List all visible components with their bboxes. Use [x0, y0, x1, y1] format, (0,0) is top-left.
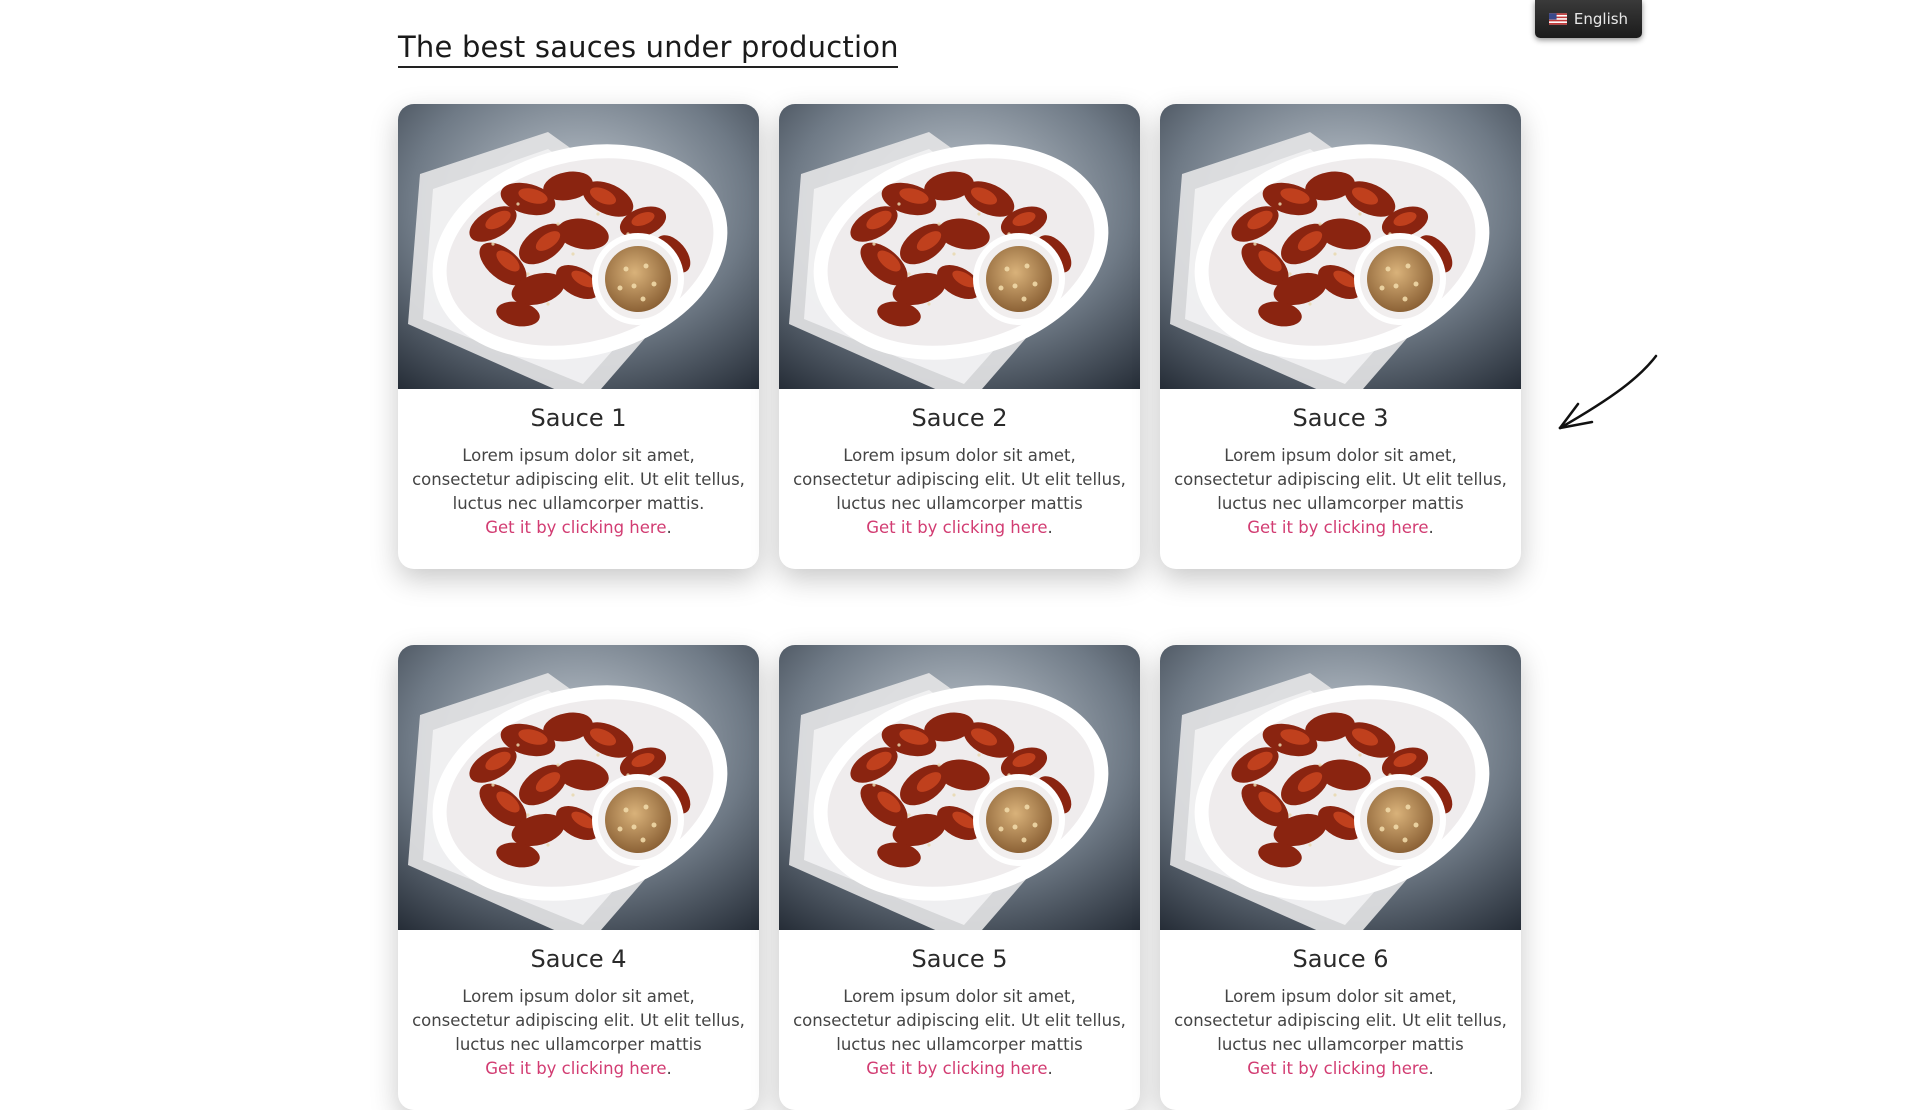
product-card: Sauce 6 Lorem ipsum dolor sit amet, cons…	[1160, 645, 1521, 1110]
card-description-text: Lorem ipsum dolor sit amet, consectetur …	[793, 446, 1126, 513]
card-title: Sauce 2	[911, 404, 1008, 432]
product-image	[398, 645, 759, 930]
link-suffix: .	[1428, 518, 1434, 537]
link-suffix: .	[666, 1059, 672, 1078]
title-underline	[398, 66, 898, 68]
card-description: Lorem ipsum dolor sit amet, consectetur …	[1160, 444, 1521, 540]
us-flag-icon	[1548, 13, 1567, 25]
card-title: Sauce 6	[1292, 945, 1389, 973]
arrow-icon	[1558, 354, 1658, 430]
product-image	[779, 645, 1140, 930]
link-suffix: .	[666, 518, 672, 537]
card-description: Lorem ipsum dolor sit amet, consectetur …	[398, 985, 759, 1081]
product-card: Sauce 3 Lorem ipsum dolor sit amet, cons…	[1160, 104, 1521, 569]
language-switcher-button[interactable]: English	[1535, 0, 1642, 38]
language-label: English	[1573, 10, 1629, 28]
card-description-text: Lorem ipsum dolor sit amet, consectetur …	[1174, 987, 1507, 1054]
page-title: The best sauces under production	[398, 30, 899, 64]
card-description-text: Lorem ipsum dolor sit amet, consectetur …	[793, 987, 1126, 1054]
get-it-link[interactable]: Get it by clicking here	[1247, 1059, 1428, 1078]
get-it-link[interactable]: Get it by clicking here	[485, 518, 666, 537]
link-suffix: .	[1047, 1059, 1053, 1078]
product-image	[779, 104, 1140, 389]
get-it-link[interactable]: Get it by clicking here	[866, 1059, 1047, 1078]
card-title: Sauce 4	[530, 945, 627, 973]
product-image	[1160, 645, 1521, 930]
card-description-text: Lorem ipsum dolor sit amet, consectetur …	[412, 446, 745, 513]
product-image	[1160, 104, 1521, 389]
link-suffix: .	[1047, 518, 1053, 537]
card-description-text: Lorem ipsum dolor sit amet, consectetur …	[1174, 446, 1507, 513]
product-card: Sauce 4 Lorem ipsum dolor sit amet, cons…	[398, 645, 759, 1110]
get-it-link[interactable]: Get it by clicking here	[1247, 518, 1428, 537]
card-description: Lorem ipsum dolor sit amet, consectetur …	[779, 985, 1140, 1081]
card-description-text: Lorem ipsum dolor sit amet, consectetur …	[412, 987, 745, 1054]
card-description: Lorem ipsum dolor sit amet, consectetur …	[779, 444, 1140, 540]
get-it-link[interactable]: Get it by clicking here	[485, 1059, 666, 1078]
product-card: Sauce 2 Lorem ipsum dolor sit amet, cons…	[779, 104, 1140, 569]
product-card: Sauce 1 Lorem ipsum dolor sit amet, cons…	[398, 104, 759, 569]
card-description: Lorem ipsum dolor sit amet, consectetur …	[398, 444, 759, 540]
card-description: Lorem ipsum dolor sit amet, consectetur …	[1160, 985, 1521, 1081]
card-title: Sauce 1	[530, 404, 627, 432]
get-it-link[interactable]: Get it by clicking here	[866, 518, 1047, 537]
link-suffix: .	[1428, 1059, 1434, 1078]
card-title: Sauce 3	[1292, 404, 1389, 432]
product-card: Sauce 5 Lorem ipsum dolor sit amet, cons…	[779, 645, 1140, 1110]
product-image	[398, 104, 759, 389]
card-title: Sauce 5	[911, 945, 1008, 973]
